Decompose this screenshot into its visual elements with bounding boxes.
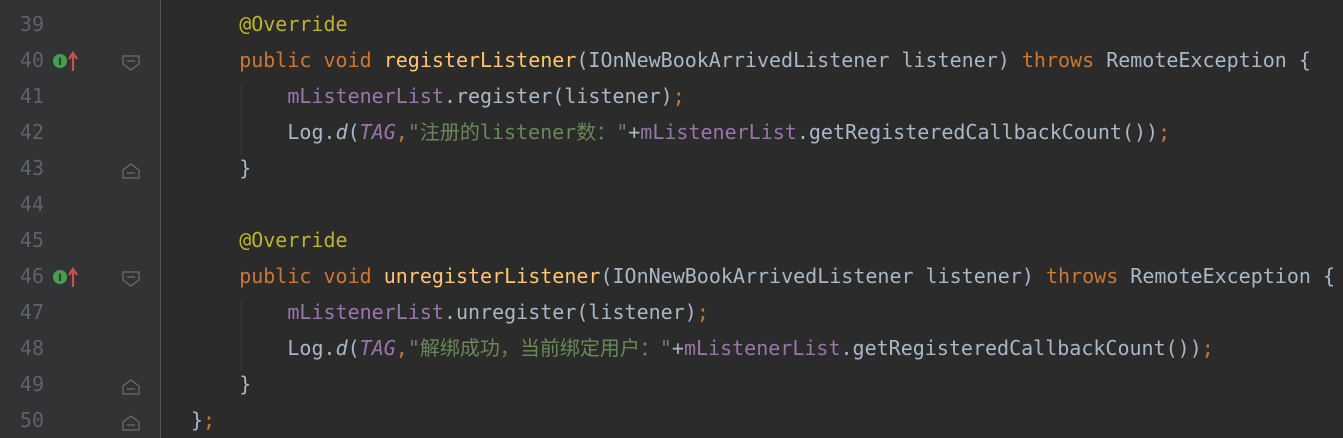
code-token: "注册的listener数：": [407, 120, 629, 144]
code-token: Log.: [287, 120, 336, 144]
code-text[interactable]: Log.d(TAG,"注册的listener数："+mListenerList.…: [287, 114, 1170, 150]
line-number[interactable]: 50: [0, 402, 44, 438]
code-token: .unregister(listener): [443, 300, 697, 324]
code-token: throws: [1045, 264, 1131, 288]
code-token: ,: [395, 336, 408, 360]
svg-text:I: I: [58, 56, 61, 68]
code-token: +: [671, 336, 684, 360]
code-token: ;: [1201, 336, 1214, 360]
svg-text:I: I: [58, 272, 61, 284]
code-text[interactable]: @Override: [239, 222, 347, 258]
code-line[interactable]: 44: [0, 186, 1343, 222]
code-text[interactable]: };: [191, 402, 215, 438]
line-number[interactable]: 42: [0, 114, 44, 150]
code-line[interactable]: 42 Log.d(TAG,"注册的listener数："+mListenerLis…: [0, 114, 1343, 150]
code-token: RemoteException {: [1106, 48, 1311, 72]
line-number[interactable]: 45: [0, 222, 44, 258]
code-text[interactable]: mListenerList.unregister(listener);: [287, 294, 708, 330]
code-token: Log.: [287, 336, 336, 360]
line-number[interactable]: 49: [0, 366, 44, 402]
implementing-method-icon[interactable]: I: [52, 51, 84, 71]
code-token: TAG: [359, 120, 396, 144]
code-token: TAG: [359, 336, 396, 360]
code-token: (: [347, 120, 360, 144]
code-text[interactable]: Log.d(TAG,"解绑成功，当前绑定用户："+mListenerList.g…: [287, 330, 1213, 366]
line-number[interactable]: 46: [0, 258, 44, 294]
code-line[interactable]: 49}: [0, 366, 1343, 402]
code-token: ;: [203, 408, 216, 432]
code-line[interactable]: 39 @Override: [0, 6, 1343, 42]
line-number[interactable]: 39: [0, 6, 44, 42]
code-line[interactable]: 45 @Override: [0, 222, 1343, 258]
code-token: public: [239, 48, 324, 72]
fold-start-icon[interactable]: [122, 268, 140, 287]
code-token: .getRegisteredCallbackCount()): [796, 120, 1159, 144]
code-token: void: [323, 48, 384, 72]
code-token: @Override: [239, 12, 348, 36]
code-text[interactable]: mListenerList.register(listener);: [287, 78, 684, 114]
code-token: ;: [672, 84, 685, 108]
code-line[interactable]: 41 mListenerList.register(listener);: [0, 78, 1343, 114]
code-token: }: [239, 156, 252, 180]
code-line[interactable]: 43}: [0, 150, 1343, 186]
code-text[interactable]: public void unregisterListener(IOnNewBoo…: [239, 258, 1335, 294]
code-text[interactable]: @Override: [239, 6, 347, 42]
line-number[interactable]: 48: [0, 330, 44, 366]
code-token: ,: [395, 120, 408, 144]
code-token: +: [628, 120, 641, 144]
code-text[interactable]: }: [239, 150, 251, 186]
code-token: "解绑成功，当前绑定用户：": [407, 336, 672, 360]
code-token: mListenerList: [287, 300, 444, 324]
code-line[interactable]: 47 mListenerList.unregister(listener);: [0, 294, 1343, 330]
code-text[interactable]: public void registerListener(IOnNewBookA…: [239, 42, 1311, 78]
fold-end-icon[interactable]: [122, 160, 140, 179]
code-token: RemoteException {: [1130, 264, 1335, 288]
fold-end-icon[interactable]: [122, 412, 140, 431]
code-token: }: [239, 372, 252, 396]
code-line[interactable]: 40 Ipublic void registerListener(IOnNewBo…: [0, 42, 1343, 78]
code-token: void: [323, 264, 384, 288]
code-token: (: [347, 336, 360, 360]
code-token: .getRegisteredCallbackCount()): [840, 336, 1202, 360]
line-number[interactable]: 47: [0, 294, 44, 330]
code-token: d: [335, 336, 348, 360]
code-token: ;: [696, 300, 709, 324]
line-number[interactable]: 44: [0, 186, 44, 222]
code-token: @Override: [239, 228, 348, 252]
code-token: (IOnNewBookArrivedListener listener): [600, 264, 1046, 288]
code-token: mListenerList: [287, 84, 444, 108]
code-line[interactable]: 50};: [0, 402, 1343, 438]
code-token: registerListener: [383, 48, 577, 72]
code-text[interactable]: }: [239, 366, 251, 402]
fold-end-icon[interactable]: [122, 376, 140, 395]
code-token: throws: [1021, 48, 1107, 72]
line-number[interactable]: 40: [0, 42, 44, 78]
code-line[interactable]: 48 Log.d(TAG,"解绑成功，当前绑定用户："+mListenerList…: [0, 330, 1343, 366]
line-number[interactable]: 41: [0, 78, 44, 114]
code-line[interactable]: 46 Ipublic void unregisterListener(IOnNew…: [0, 258, 1343, 294]
code-token: ;: [1158, 120, 1171, 144]
code-editor[interactable]: 39 @Override 40 Ipublic void registerListen…: [0, 0, 1343, 438]
code-token: }: [191, 408, 204, 432]
implementing-method-icon[interactable]: I: [52, 267, 84, 287]
code-token: unregisterListener: [383, 264, 601, 288]
code-token: (IOnNewBookArrivedListener listener): [576, 48, 1022, 72]
code-token: .register(listener): [443, 84, 673, 108]
line-number[interactable]: 43: [0, 150, 44, 186]
code-token: d: [335, 120, 348, 144]
code-token: mListenerList: [640, 120, 797, 144]
code-token: public: [239, 264, 324, 288]
fold-start-icon[interactable]: [122, 52, 140, 71]
code-token: mListenerList: [683, 336, 841, 360]
